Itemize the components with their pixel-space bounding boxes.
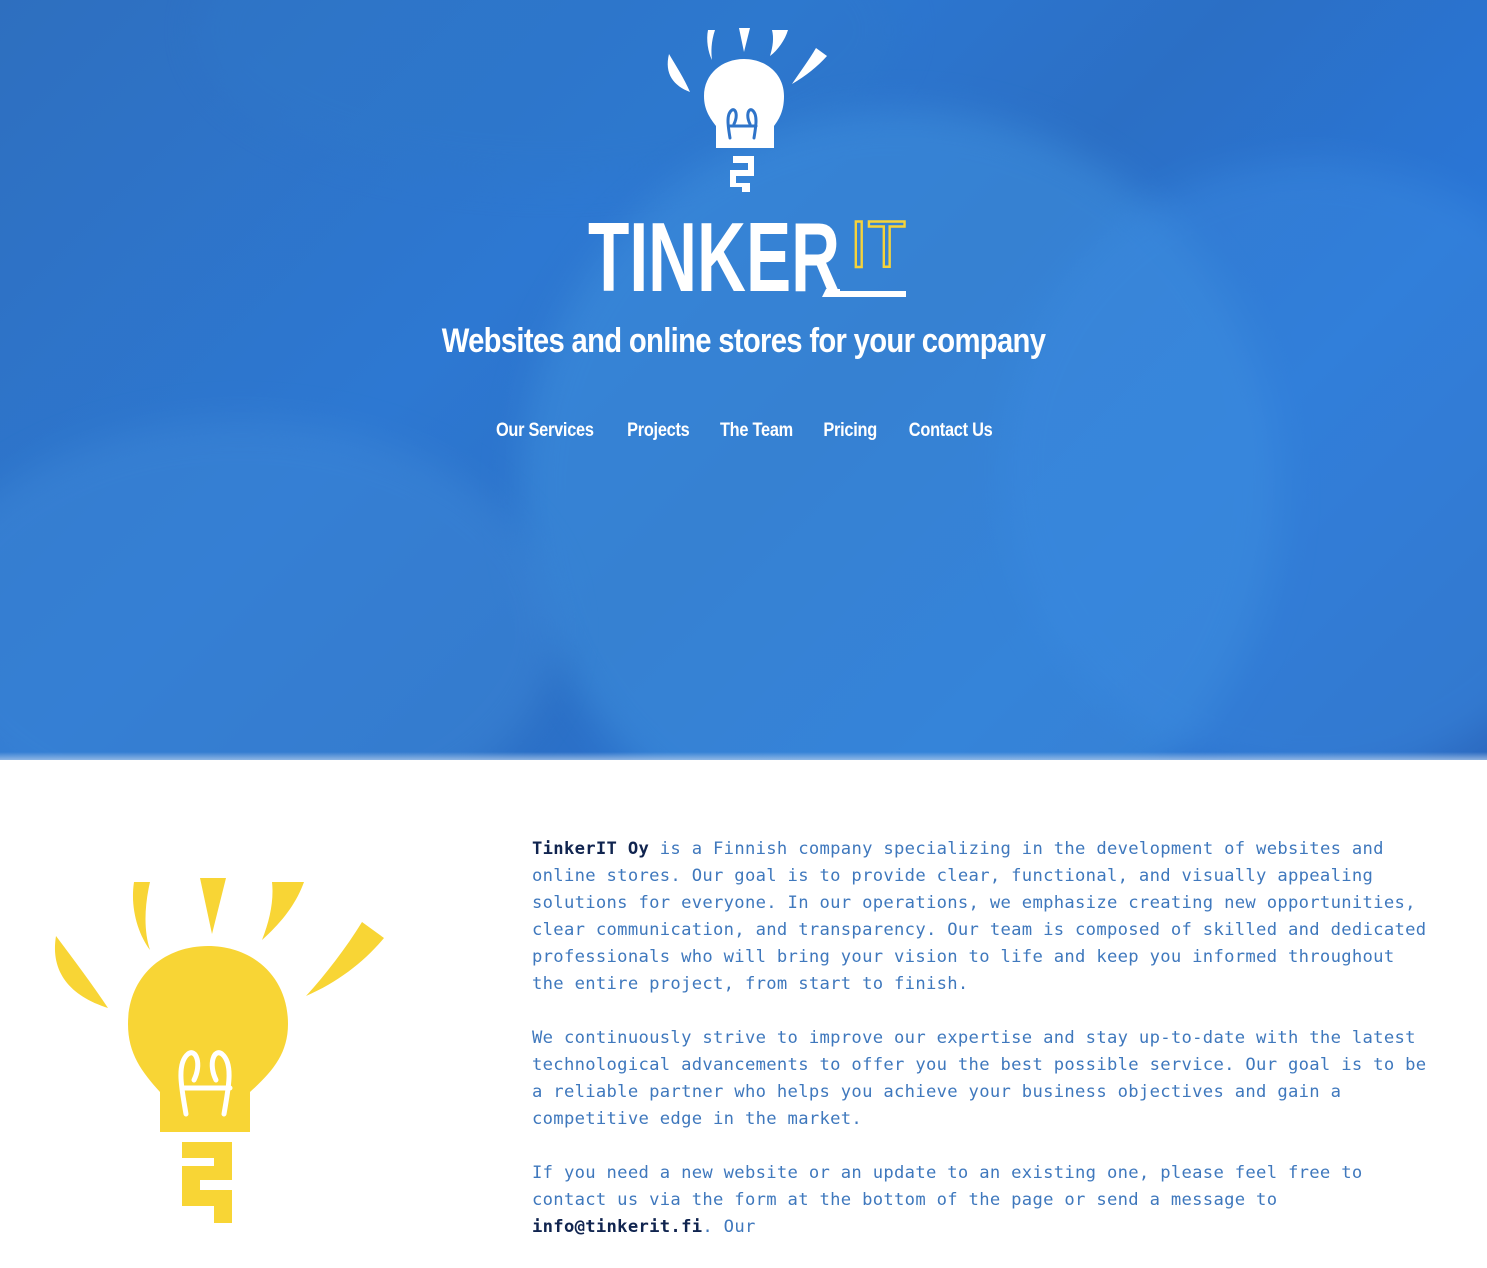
about-paragraph-1: TinkerIT Oy is a Finnish company special… — [532, 836, 1432, 998]
nav-projects[interactable]: Projects — [627, 420, 690, 442]
about-text: TinkerIT Oy is a Finnish company special… — [532, 836, 1432, 1268]
nav-the-team[interactable]: The Team — [720, 420, 793, 442]
about-paragraph-3: If you need a new website or an update t… — [532, 1160, 1432, 1241]
contact-email-link[interactable]: info@tinkerit.fi — [532, 1217, 702, 1237]
nav-pricing[interactable]: Pricing — [824, 420, 878, 442]
about-paragraph-1-text: is a Finnish company specializing in the… — [532, 839, 1427, 994]
hero-bottom-fade — [0, 752, 1487, 760]
company-name: TinkerIT Oy — [532, 839, 650, 859]
nav-our-services[interactable]: Our Services — [496, 420, 594, 442]
about-paragraph-3-tail: . Our — [702, 1217, 756, 1237]
hero-tagline: Websites and online stores for your comp… — [441, 322, 1046, 360]
tinkerit-wordmark-logo: TINKER IT — [588, 205, 907, 297]
wordmark-accent: IT — [850, 207, 906, 281]
about-paragraph-2: We continuously strive to improve our ex… — [532, 1028, 1427, 1129]
main-nav: Our Services Projects The Team Pricing C… — [0, 420, 1487, 442]
about-section: TinkerIT Oy is a Finnish company special… — [0, 760, 1487, 1237]
hero-background-shape — [0, 420, 560, 760]
wordmark-main: TINKER — [588, 205, 840, 297]
lightbulb-icon — [54, 878, 384, 1223]
about-paragraph-3-text: If you need a new website or an update t… — [532, 1163, 1363, 1210]
lightbulb-logo-icon — [667, 28, 827, 192]
hero-section: TINKER IT Websites and online stores for… — [0, 0, 1487, 760]
nav-contact-us[interactable]: Contact Us — [908, 420, 992, 442]
